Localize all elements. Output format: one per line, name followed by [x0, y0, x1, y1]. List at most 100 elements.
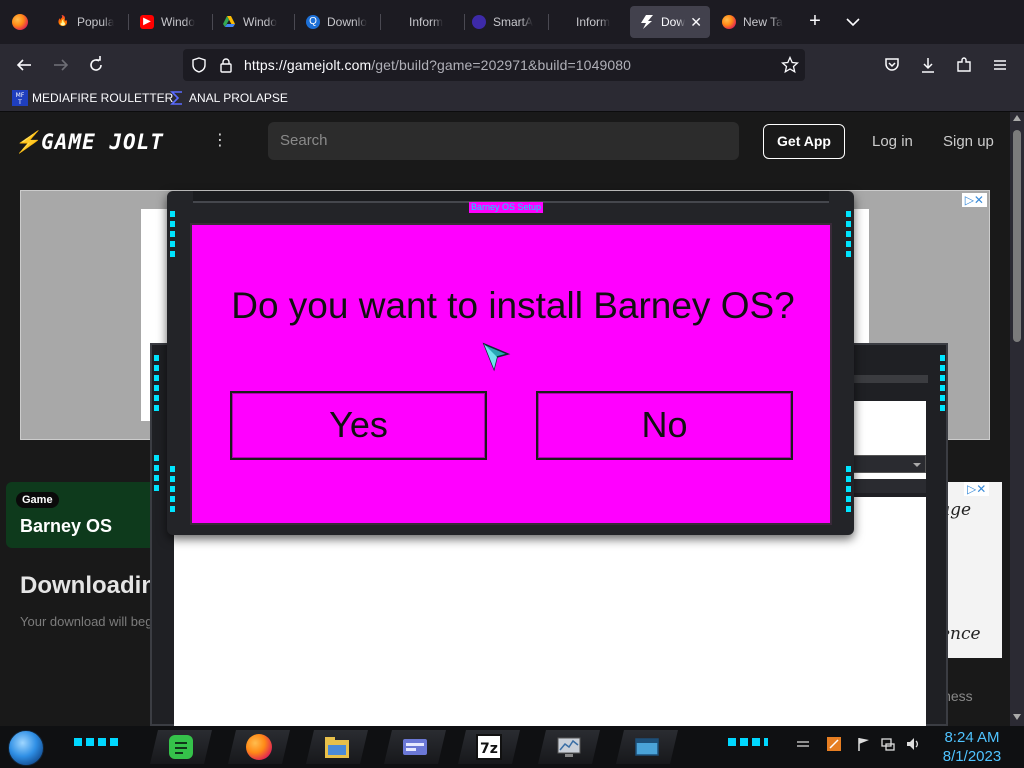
tray-app-icon[interactable] [826, 736, 842, 752]
page-scrollbar[interactable] [1010, 112, 1024, 726]
scroll-down-icon[interactable] [1013, 714, 1021, 720]
yes-button[interactable]: Yes [230, 391, 487, 460]
svg-text:T: T [17, 99, 22, 106]
lock-icon[interactable] [219, 57, 233, 78]
bolt-icon: ⚡ [14, 130, 42, 154]
firefox-icon[interactable] [12, 14, 28, 30]
downloading-heading: Downloading [20, 572, 171, 599]
taskbar-app-notes[interactable] [150, 730, 212, 764]
notes-icon [167, 733, 195, 761]
tab-label: Windo [243, 15, 278, 29]
game-card[interactable]: Game Barney OS [6, 482, 166, 548]
bookmark-prolapse[interactable]: ANAL PROLAPSE [169, 90, 288, 106]
firefox-icon [245, 733, 273, 761]
scroll-thumb[interactable] [1013, 130, 1021, 342]
close-tab-icon[interactable]: ✕ [690, 14, 702, 31]
dialog-title: Barney OS Setup [469, 202, 544, 213]
bookmark-star-icon[interactable] [780, 55, 800, 79]
pocket-icon [885, 58, 899, 71]
monitor-icon [555, 733, 583, 761]
clock-time: 8:24 AM [944, 729, 1000, 746]
chevron-down-icon [913, 463, 921, 467]
firefox-icon [722, 15, 736, 29]
q-icon: Q [306, 15, 320, 29]
volume-icon[interactable] [905, 736, 921, 752]
tab-divider [380, 14, 381, 30]
login-link[interactable]: Log in [872, 133, 913, 150]
window-bar [850, 479, 926, 493]
tab-1[interactable]: 🔥 Popula [46, 6, 128, 38]
chevron-down-icon[interactable] [843, 12, 863, 32]
download-subtext: Your download will beg [20, 614, 153, 629]
tab-label: Inform [576, 15, 611, 29]
start-button[interactable] [8, 730, 44, 766]
tab-5[interactable]: Inform [399, 6, 465, 38]
mouse-cursor-icon [482, 342, 512, 372]
tab-3[interactable]: Windo [212, 6, 294, 38]
forward-button[interactable] [49, 53, 73, 77]
system-clock[interactable]: 8:24 AM 8/1/2023 [936, 728, 1008, 766]
downloads-button[interactable] [916, 53, 940, 77]
tray-arrow-icon[interactable] [795, 736, 811, 752]
network-icon[interactable] [880, 736, 896, 752]
bookmark-label: ANAL PROLAPSE [189, 91, 288, 105]
get-app-button[interactable]: Get App [763, 124, 845, 159]
hamburger-icon [994, 60, 1006, 70]
tab-divider [294, 14, 295, 30]
tab-label: Windo [161, 15, 196, 29]
taskbar-app-files[interactable] [306, 730, 368, 764]
fire-icon: 🔥 [56, 16, 70, 27]
dialog-body: Do you want to install Barney OS? Yes No [190, 223, 832, 525]
tab-label: Popula [77, 15, 115, 29]
cyan-light-strip [940, 355, 945, 415]
taskbar-app-7zip[interactable]: 7z [458, 730, 520, 764]
back-button[interactable] [12, 53, 36, 77]
more-options-icon[interactable]: ⋮ [212, 130, 228, 150]
menu-button[interactable] [988, 53, 1012, 77]
signup-link[interactable]: Sign up [943, 133, 994, 150]
url-host: https://gamejolt.com [244, 57, 372, 73]
flag-icon[interactable] [856, 736, 872, 752]
side-ad[interactable]: age ence [940, 482, 1002, 658]
taskbar-app-card[interactable] [384, 730, 446, 764]
mediafire-icon: MF T [12, 90, 28, 106]
tab-4[interactable]: Q Downlo [296, 6, 378, 38]
arrow-right-icon [54, 59, 69, 71]
tab-active[interactable]: Dow ✕ [630, 6, 710, 38]
cyan-light-strip [846, 211, 851, 259]
taskbar-app-monitor[interactable] [538, 730, 600, 764]
bookmarks-toolbar: MF T MEDIAFIRE ROULETTER ANAL PROLAPSE [0, 86, 1024, 112]
cyan-light-strip [846, 466, 851, 514]
gamejolt-logo[interactable]: ⚡GAME JOLT [14, 130, 164, 155]
cyan-light-strip [170, 211, 175, 259]
circle-icon [472, 15, 486, 29]
reload-button[interactable] [84, 53, 108, 77]
reload-icon [90, 56, 102, 71]
taskbar-decoration [74, 738, 118, 746]
scroll-up-icon[interactable] [1013, 115, 1021, 121]
taskbar-app-firefox[interactable] [228, 730, 290, 764]
bookmark-mediafire[interactable]: MF T MEDIAFIRE ROULETTER [12, 90, 173, 106]
7zip-icon: 7z [475, 733, 503, 761]
new-tab-button[interactable]: + [803, 10, 827, 34]
url-text[interactable]: https://gamejolt.com/get/build?game=2029… [244, 57, 631, 73]
ad-close-icon[interactable]: ▷✕ [964, 482, 990, 496]
url-path: /get/build?game=202971&build=1049080 [371, 57, 631, 73]
dropdown[interactable] [850, 455, 926, 473]
tab-6[interactable]: SmartA [462, 6, 548, 38]
tab-2[interactable]: ▶ Windo [130, 6, 212, 38]
tab-7[interactable]: Inform [566, 6, 630, 38]
taskbar-app-window[interactable] [616, 730, 678, 764]
url-bar[interactable]: https://gamejolt.com/get/build?game=2029… [183, 49, 805, 81]
search-input[interactable]: Search [268, 122, 739, 160]
taskbar: 7z 8:24 AM 8/1/2023 [0, 726, 1024, 768]
ad-close-icon[interactable]: ▷✕ [961, 193, 987, 207]
arrow-left-icon [16, 59, 31, 71]
shield-icon[interactable] [191, 57, 207, 78]
pocket-button[interactable] [880, 53, 904, 77]
extensions-button[interactable] [952, 53, 976, 77]
no-button[interactable]: No [536, 391, 793, 460]
tab-label: Downlo [327, 15, 368, 29]
tab-label: New Ta [743, 15, 783, 29]
tab-9[interactable]: New Ta [712, 6, 792, 38]
